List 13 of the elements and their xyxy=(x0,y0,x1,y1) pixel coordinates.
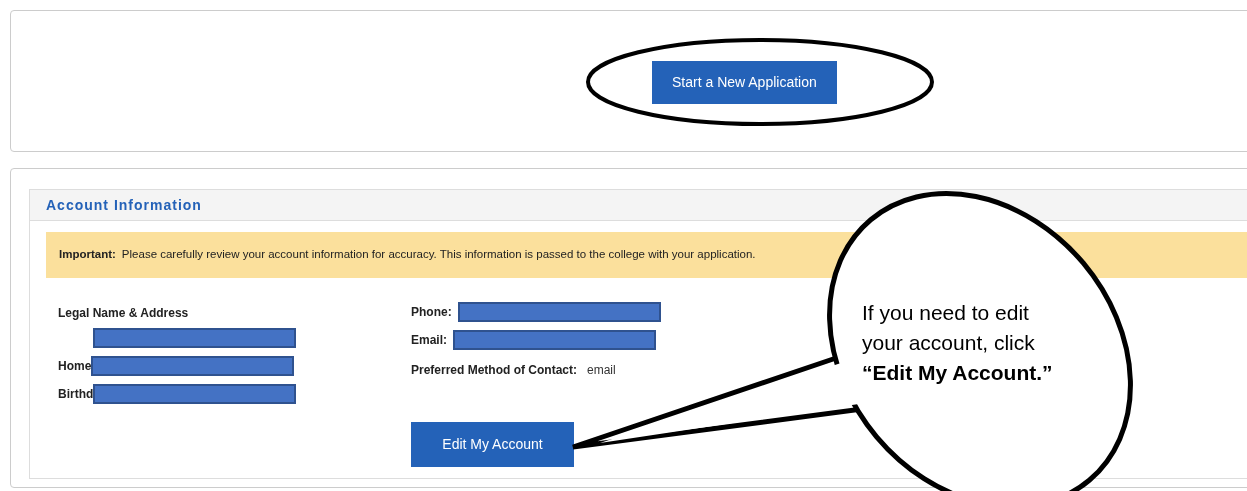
field-label: Phone: xyxy=(411,304,452,321)
notice-text: Please carefully review your account information for accuracy. This information is passed to the college with your application. xyxy=(121,247,756,263)
field-label: Preferred Method of Contact: xyxy=(411,362,577,379)
field-value: email xyxy=(587,362,616,379)
start-application-button[interactable]: Start a New Application xyxy=(652,61,837,104)
field-label: Home xyxy=(58,358,92,375)
panel-title: Account Information xyxy=(46,195,202,215)
callout-text: If you need to edit your account, click “Edit My Account.” xyxy=(862,300,1054,386)
edit-account-button[interactable]: Edit My Account xyxy=(411,422,574,467)
field-label: Birthd xyxy=(58,386,94,403)
field-label: Email: xyxy=(411,332,447,349)
section-heading: Legal Name & Address xyxy=(58,305,190,322)
notice-label: Important: xyxy=(59,247,116,263)
